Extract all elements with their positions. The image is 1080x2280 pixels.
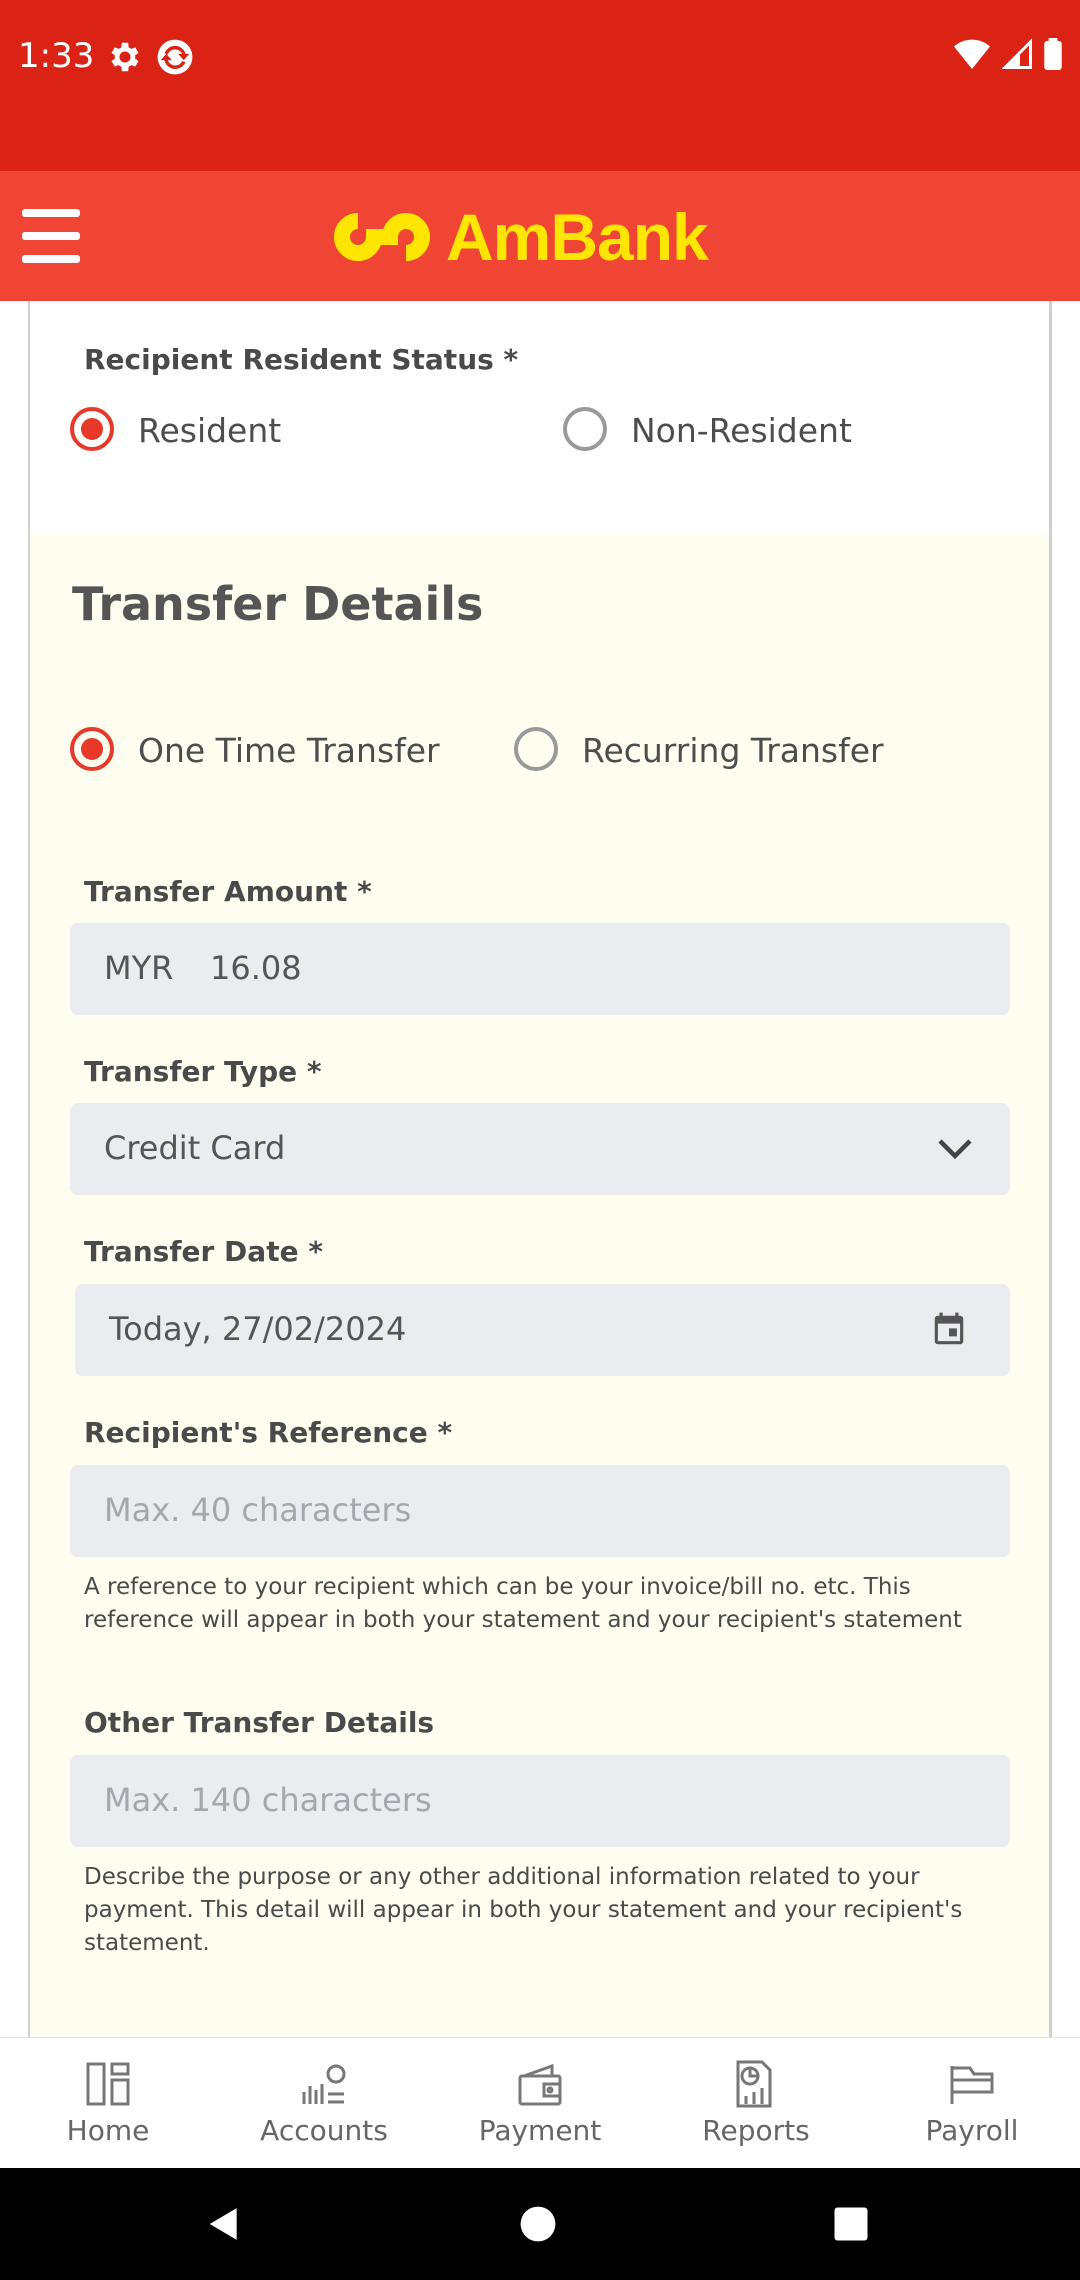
nav-accounts[interactable]: Accounts: [216, 2038, 432, 2169]
resident-radio[interactable]: [70, 407, 114, 451]
home-button-icon[interactable]: [519, 2205, 557, 2243]
brand-name: AmBank: [446, 200, 709, 274]
nav-payment-label: Payment: [478, 2114, 602, 2147]
accounts-icon: [302, 2064, 346, 2104]
reports-icon: [736, 2060, 772, 2108]
currency-label: MYR: [104, 949, 174, 987]
one-time-transfer-label[interactable]: One Time Transfer: [138, 731, 440, 770]
amount-value: 16.08: [210, 949, 302, 987]
other-details-label: Other Transfer Details: [84, 1706, 435, 1739]
transfer-amount-label: Transfer Amount *: [84, 875, 372, 908]
recipient-reference-label: Recipient's Reference *: [84, 1416, 453, 1449]
status-time: 1:33: [18, 36, 95, 76]
recurring-transfer-radio[interactable]: [514, 727, 558, 771]
transfer-date-value: Today, 27/02/2024: [109, 1310, 407, 1348]
status-bar: 1:33: [0, 0, 1080, 171]
recurring-transfer-label[interactable]: Recurring Transfer: [582, 731, 884, 770]
transfer-type-label: Transfer Type *: [84, 1055, 322, 1088]
nav-home[interactable]: Home: [0, 2038, 216, 2169]
hamburger-menu-icon[interactable]: [22, 209, 80, 263]
other-details-helper: Describe the purpose or any other additi…: [84, 1864, 963, 1956]
one-time-transfer-radio[interactable]: [70, 727, 114, 771]
resident-status-section: Recipient Resident Status * Resident Non…: [30, 301, 1049, 533]
back-icon[interactable]: [205, 2204, 243, 2244]
ambank-logo-icon: [334, 213, 430, 261]
recipient-reference-helper: A reference to your recipient which can …: [84, 1574, 962, 1633]
other-details-input[interactable]: Max. 140 characters: [70, 1755, 1010, 1847]
nav-payment[interactable]: Payment: [432, 2038, 648, 2169]
recipient-reference-placeholder: Max. 40 characters: [104, 1491, 412, 1529]
transfer-date-label: Transfer Date *: [84, 1235, 323, 1268]
transfer-type-select[interactable]: Credit Card: [70, 1103, 1010, 1195]
home-icon: [86, 2062, 130, 2106]
transfer-type-value: Credit Card: [104, 1129, 286, 1167]
wallet-icon: [518, 2063, 562, 2106]
resident-status-label: Recipient Resident Status *: [84, 343, 519, 376]
chevron-down-icon: [938, 1139, 972, 1160]
transfer-date-picker[interactable]: Today, 27/02/2024: [75, 1284, 1010, 1376]
resident-radio-label[interactable]: Resident: [138, 411, 281, 450]
folder-icon: [950, 2066, 994, 2104]
wifi-icon: [954, 39, 990, 69]
nav-reports-label: Reports: [702, 2114, 810, 2147]
settings-icon: [111, 42, 139, 72]
signal-icon: [1002, 38, 1032, 69]
transfer-form-card: Recipient Resident Status * Resident Non…: [28, 301, 1052, 2037]
non-resident-radio[interactable]: [563, 407, 607, 451]
section-title: Transfer Details: [72, 577, 484, 631]
sync-app-icon: [157, 39, 193, 75]
transfer-details-section: Transfer Details One Time Transfer Recur…: [30, 533, 1049, 2037]
other-details-placeholder: Max. 140 characters: [104, 1781, 432, 1819]
nav-accounts-label: Accounts: [260, 2114, 388, 2147]
nav-reports[interactable]: Reports: [648, 2038, 864, 2169]
battery-icon: [1044, 38, 1062, 70]
calendar-icon[interactable]: [930, 1310, 968, 1350]
recents-icon[interactable]: [833, 2206, 869, 2242]
nav-home-label: Home: [66, 2114, 150, 2147]
non-resident-radio-label[interactable]: Non-Resident: [631, 411, 852, 450]
nav-payroll-label: Payroll: [925, 2114, 1019, 2147]
nav-payroll[interactable]: Payroll: [864, 2038, 1080, 2169]
bottom-nav: Home Accounts Payment Reports Payroll: [0, 2037, 1080, 2168]
ambank-logo: AmBank: [334, 199, 709, 275]
transfer-amount-input[interactable]: MYR 16.08: [70, 923, 1010, 1015]
android-system-nav: [0, 2168, 1080, 2280]
app-header: AmBank: [0, 171, 1080, 301]
recipient-reference-input[interactable]: Max. 40 characters: [70, 1465, 1010, 1557]
status-indicators: [954, 38, 1062, 70]
